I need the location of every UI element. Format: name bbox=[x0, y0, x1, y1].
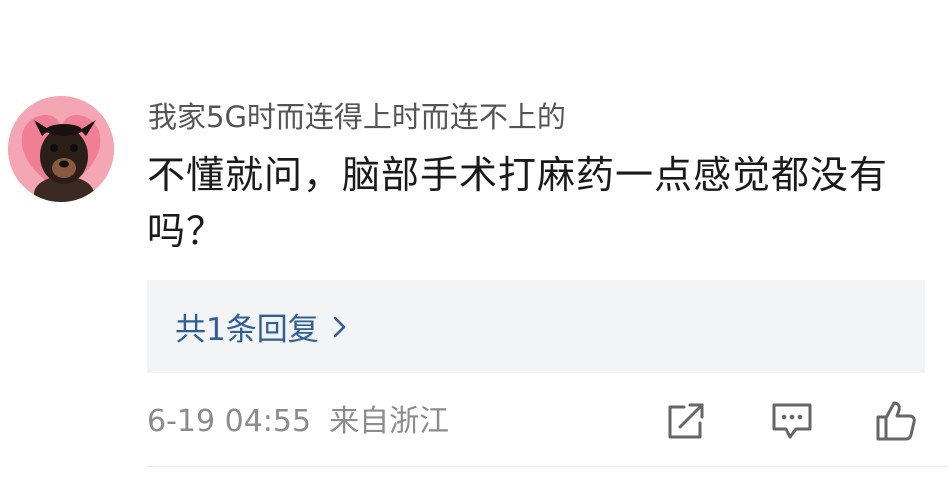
username[interactable]: 我家5G时而连得上时而连不上的 bbox=[148, 96, 566, 138]
divider bbox=[147, 466, 948, 467]
reply-button[interactable] bbox=[768, 397, 816, 445]
dog-avatar-image bbox=[8, 96, 114, 202]
reply-count-label: 共1条回复 bbox=[175, 312, 319, 348]
comment-icon bbox=[772, 403, 812, 439]
like-button[interactable] bbox=[872, 397, 920, 445]
location: 来自浙江 bbox=[329, 404, 450, 439]
comment-text: 不懂就问，脑部手术打麻药一点感觉都没有吗？ bbox=[147, 153, 889, 253]
thumbs-up-icon bbox=[876, 401, 916, 441]
comment-meta: 6-19 04:55 来自浙江 bbox=[147, 402, 449, 442]
share-icon bbox=[668, 403, 704, 439]
reply-count-link[interactable]: 共1条回复 bbox=[175, 304, 347, 349]
reply-summary[interactable]: 共1条回复 bbox=[147, 280, 925, 373]
avatar[interactable] bbox=[8, 96, 114, 202]
timestamp: 6-19 04:55 bbox=[147, 404, 312, 439]
share-button[interactable] bbox=[662, 397, 710, 445]
chevron-right-icon bbox=[333, 316, 346, 337]
comment-item: 我家5G时而连得上时而连不上的 不懂就问，脑部手术打麻药一点感觉都没有吗？ 共1… bbox=[0, 0, 948, 491]
